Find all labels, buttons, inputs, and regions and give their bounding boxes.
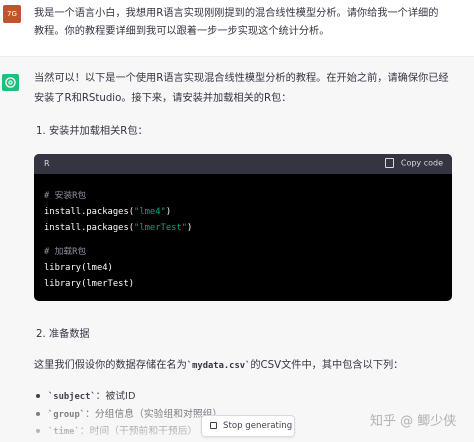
intro-line-2: 安装了R和RStudio。接下来，请安装并加载相关的R包： (34, 93, 292, 104)
user-message-line-1: 我是一个语言小白，我想用R语言实现刚刚提到的混合线性模型分析。请你给我一个详细的 (34, 8, 439, 19)
code-line-library-lme4: library(lme4) (44, 263, 113, 273)
copy-code-label: Copy code (400, 158, 443, 168)
clipboard-icon (385, 158, 395, 168)
list-item-subject: `subject`：被试ID (36, 389, 136, 405)
step-1-heading: 1. 安装并加载相关R包： (36, 126, 148, 137)
copy-code-button[interactable]: Copy code (385, 158, 443, 168)
stop-generating-button[interactable]: Stop generating (201, 415, 295, 437)
step-2-heading: 2. 准备数据 (36, 329, 90, 340)
list-item-group: `group`：分组信息（实验组和对照组） (36, 407, 222, 423)
chat-view: 7G 我是一个语言小白，我想用R语言实现刚刚提到的混合线性模型分析。请你给我一个… (0, 0, 474, 442)
code-language-label: R (44, 159, 50, 168)
user-message-text: 我是一个语言小白，我想用R语言实现刚刚提到的混合线性模型分析。请你给我一个详细的… (34, 5, 462, 41)
stop-icon (210, 422, 217, 429)
data-intro-text: 这里我们假设你的数据存储在名为`mydata.csv`的CSV文件中，其中包含以… (34, 360, 404, 371)
bullet-icon (36, 429, 40, 433)
code-block-header: R Copy code (34, 154, 452, 174)
user-message: 7G 我是一个语言小白，我想用R语言实现刚刚提到的混合线性模型分析。请你给我一个… (0, 0, 474, 57)
user-message-line-2: 教程。你的教程要详细到我可以跟着一步一步实现这个统计分析。 (34, 26, 330, 37)
code-line-library-lmertest: library(lmerTest) (44, 279, 135, 289)
filename-code: `mydata.csv` (186, 361, 251, 371)
code-line-install-lmertest: install.packages("lmerTest") (44, 223, 193, 233)
stop-generating-label: Stop generating (223, 421, 293, 431)
code-comment-load: # 加载R包 (44, 247, 87, 257)
chatgpt-logo-icon (2, 74, 19, 91)
code-line-install-lme4: install.packages("lme4") (44, 207, 172, 217)
intro-line-1: 当然可以！以下是一个使用R语言实现混合线性模型分析的教程。在开始之前，请确保你已… (34, 73, 449, 84)
list-item-time: `time`：时间（干预前和干预后） (36, 424, 197, 440)
zhihu-watermark: 知乎 @ 鲫少侠 (370, 414, 457, 429)
code-content: # 安装R包 install.packages("lme4") install.pa… (34, 174, 452, 292)
code-comment-install: # 安装R包 (44, 191, 87, 201)
user-avatar: 7G (3, 5, 21, 23)
code-block: R Copy code # 安装R包 install.packages("lme4… (34, 154, 452, 301)
assistant-message: 当然可以！以下是一个使用R语言实现混合线性模型分析的教程。在开始之前，请确保你已… (0, 57, 474, 442)
bullet-icon (36, 412, 40, 416)
bullet-icon (36, 394, 40, 398)
